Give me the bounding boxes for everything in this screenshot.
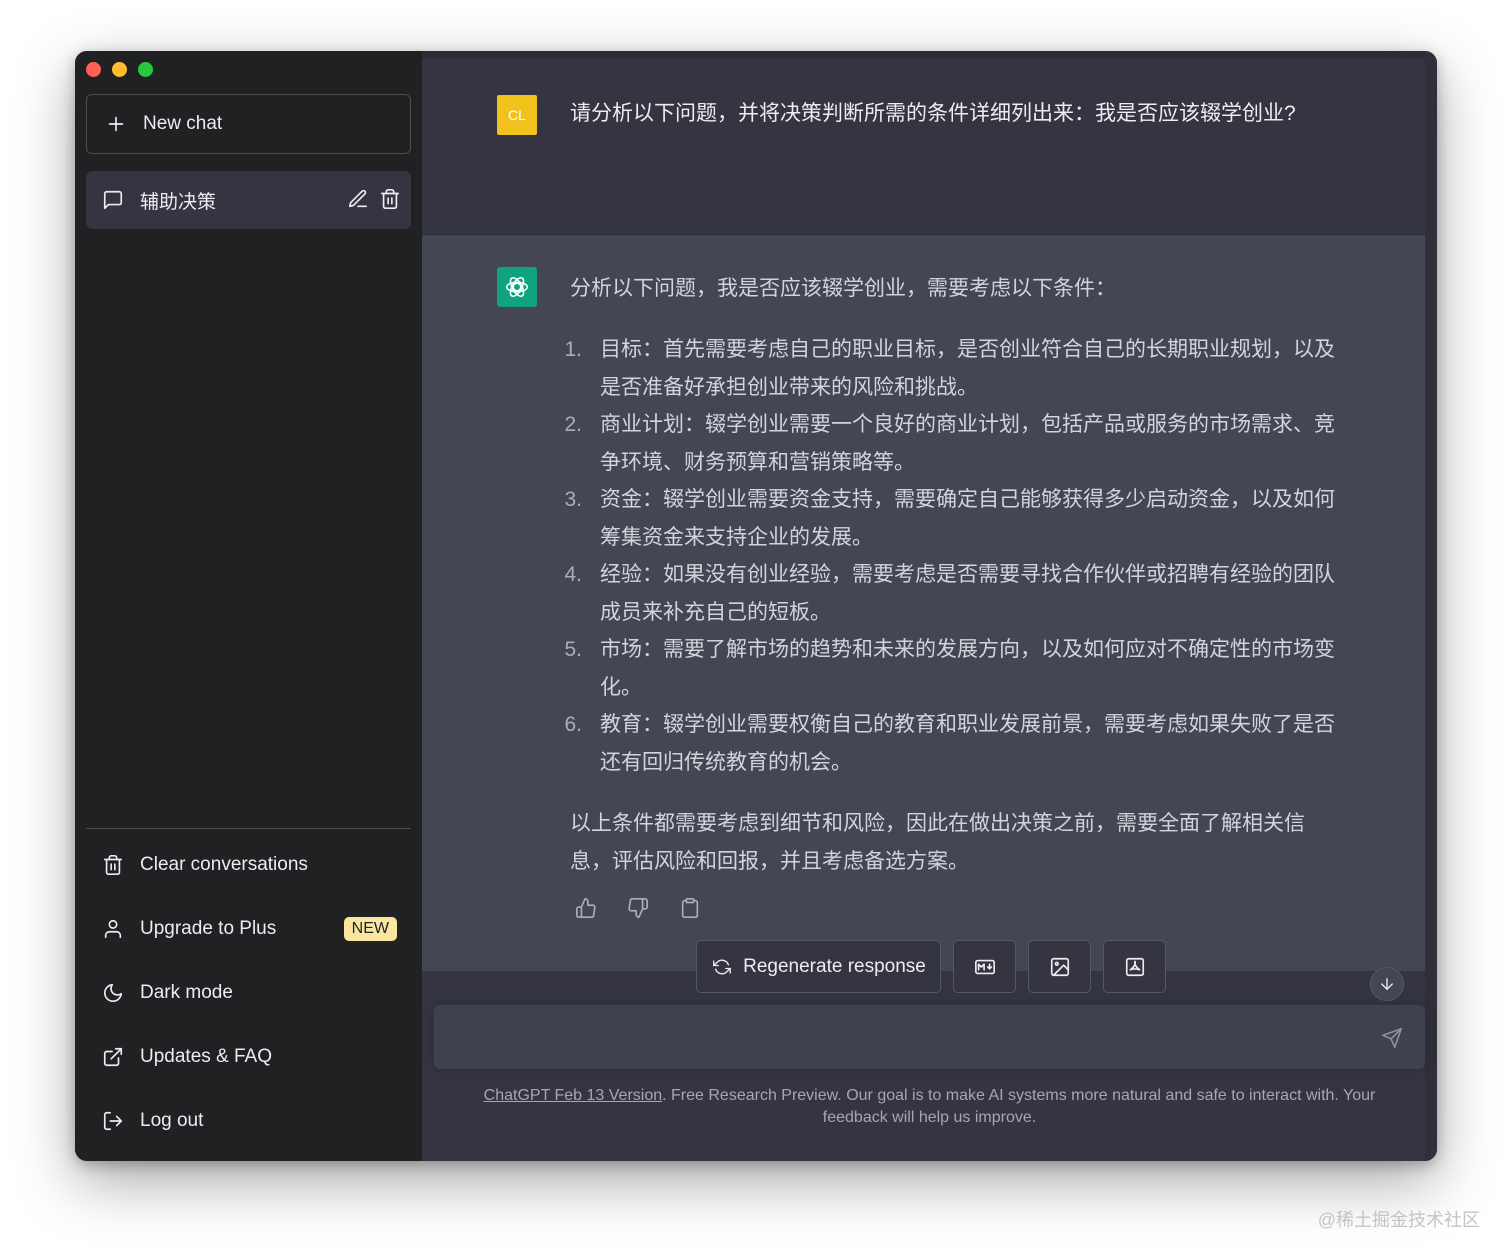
pdf-icon [1124,956,1146,978]
message-input[interactable] [450,1021,1350,1053]
sidebar-menu: Clear conversations Upgrade to Plus NEW … [86,833,411,1153]
version-link[interactable]: ChatGPT Feb 13 Version [484,1087,662,1104]
new-chat-button[interactable]: New chat [86,94,411,154]
chat-title: 辅助决策 [140,191,217,213]
scroll-to-bottom-button[interactable] [1370,967,1404,1001]
list-number: 6. [564,713,582,736]
list-number: 1. [564,338,582,361]
list-item: 3. 资金：辍学创业需要资金支持，需要确定自己能够获得多少启动资金，以及如何筹集… [558,481,1348,556]
upgrade-label: Upgrade to Plus [140,918,277,939]
trash-icon [102,854,124,876]
export-pdf-button[interactable] [1103,940,1166,993]
thumbs-up-icon[interactable] [575,897,597,919]
markdown-icon [974,956,996,978]
openai-logo-icon [505,277,529,297]
send-icon[interactable] [1381,1027,1403,1049]
list-text: 目标：首先需要考虑自己的职业目标，是否创业符合自己的长期职业规划，以及是否准备好… [600,338,1335,399]
delete-icon[interactable] [379,188,401,210]
user-avatar: CL [497,95,537,135]
scrollbar-track[interactable] [1425,51,1437,1161]
clipboard-icon[interactable] [679,897,701,919]
message-icon [102,189,124,211]
close-window-button[interactable] [86,62,101,77]
list-text: 教育：辍学创业需要权衡自己的教育和职业发展前景，需要考虑如果失败了是否还有回归传… [600,713,1335,774]
sidebar: New chat 辅助决策 Clear conversations Upgrad… [75,51,422,1161]
clear-conversations-label: Clear conversations [140,854,308,875]
message-input-box [434,1005,1425,1069]
external-link-icon [102,1046,124,1068]
updates-faq-label: Updates & FAQ [140,1046,273,1067]
watermark: @稀土掘金技术社区 [1317,1210,1480,1230]
plus-icon [105,113,127,135]
edit-icon[interactable] [347,188,369,210]
list-item: 5. 市场：需要了解市场的趋势和未来的发展方向，以及如何应对不确定性的市场变化。 [558,631,1348,706]
assistant-avatar [497,267,537,307]
list-item: 4. 经验：如果没有创业经验，需要考虑是否需要寻找合作伙伴或招聘有经验的团队成员… [558,556,1348,631]
new-chat-label: New chat [143,113,223,134]
updates-faq-link[interactable]: Updates & FAQ [86,1025,411,1089]
assistant-outro: 以上条件都需要考虑到细节和风险，因此在做出决策之前，需要全面了解相关信息，评估风… [570,812,1305,873]
list-number: 4. [564,563,582,586]
list-number: 3. [564,488,582,511]
export-markdown-button[interactable] [953,940,1016,993]
user-message: CL 请分析以下问题，并将决策判断所需的条件详细列出来：我是否应该辍学创业? [422,59,1425,235]
dark-mode-button[interactable]: Dark mode [86,961,411,1025]
export-image-button[interactable] [1028,940,1091,993]
upgrade-to-plus-button[interactable]: Upgrade to Plus NEW [86,897,411,961]
action-buttons: Regenerate response [696,940,1166,993]
list-item: 1. 目标：首先需要考虑自己的职业目标，是否创业符合自己的长期职业规划，以及是否… [558,331,1348,406]
regenerate-response-button[interactable]: Regenerate response [696,940,941,993]
list-number: 5. [564,638,582,661]
chat-main: CL 请分析以下问题，并将决策判断所需的条件详细列出来：我是否应该辍学创业? 分… [422,51,1437,1161]
thumbs-down-icon[interactable] [627,897,649,919]
app-window: New chat 辅助决策 Clear conversations Upgrad… [75,51,1437,1161]
list-text: 市场：需要了解市场的趋势和未来的发展方向，以及如何应对不确定性的市场变化。 [600,638,1335,699]
clear-conversations-button[interactable]: Clear conversations [86,833,411,897]
new-badge: NEW [343,917,397,941]
list-text: 商业计划：辍学创业需要一个良好的商业计划，包括产品或服务的市场需求、竞争环境、财… [600,413,1335,474]
maximize-window-button[interactable] [138,62,153,77]
top-strip [422,51,1425,59]
sidebar-divider [86,828,411,829]
regenerate-label: Regenerate response [743,955,926,977]
footer-text: . Free Research Preview. Our goal is to … [662,1087,1376,1126]
log-out-button[interactable]: Log out [86,1089,411,1153]
window-controls [86,62,153,77]
minimize-window-button[interactable] [112,62,127,77]
list-item: 2. 商业计划：辍学创业需要一个良好的商业计划，包括产品或服务的市场需求、竞争环… [558,406,1348,481]
assistant-list: 1. 目标：首先需要考虑自己的职业目标，是否创业符合自己的长期职业规划，以及是否… [558,331,1348,781]
user-icon [102,918,124,940]
image-icon [1049,956,1071,978]
logout-icon [102,1110,124,1132]
dark-mode-label: Dark mode [140,982,233,1003]
moon-icon [102,982,124,1004]
refresh-icon [711,956,733,978]
arrow-down-icon [1376,973,1398,995]
list-text: 经验：如果没有创业经验，需要考虑是否需要寻找合作伙伴或招聘有经验的团队成员来补充… [600,563,1335,624]
log-out-label: Log out [140,1110,204,1131]
assistant-intro: 分析以下问题，我是否应该辍学创业，需要考虑以下条件： [570,277,1116,300]
list-text: 资金：辍学创业需要资金支持，需要确定自己能够获得多少启动资金，以及如何筹集资金来… [600,488,1335,549]
chat-history-item[interactable]: 辅助决策 [86,171,411,229]
list-number: 2. [564,413,582,436]
assistant-message: 分析以下问题，我是否应该辍学创业，需要考虑以下条件： 1. 目标：首先需要考虑自… [422,235,1425,971]
list-item: 6. 教育：辍学创业需要权衡自己的教育和职业发展前景，需要考虑如果失败了是否还有… [558,706,1348,781]
feedback-actions [575,897,701,919]
user-message-text: 请分析以下问题，并将决策判断所需的条件详细列出来：我是否应该辍学创业? [570,102,1296,125]
footer-disclaimer: ChatGPT Feb 13 Version. Free Research Pr… [452,1085,1407,1129]
